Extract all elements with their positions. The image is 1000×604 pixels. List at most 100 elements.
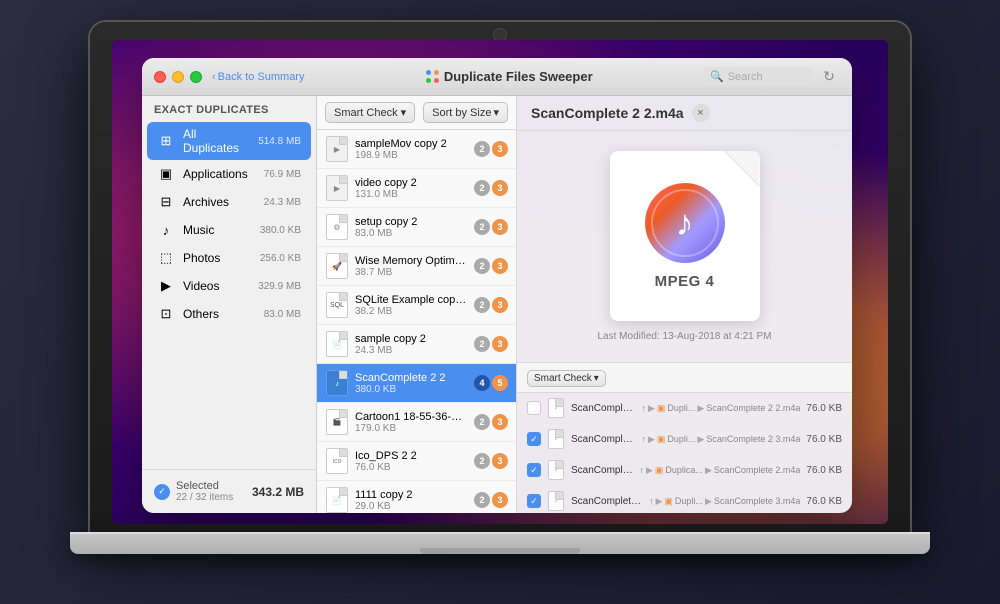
file-badges: 2 3: [474, 453, 508, 469]
file-info: video copy 2 131.0 MB: [355, 177, 468, 200]
duplicate-row[interactable]: ✓ ♪ ScanComplete 2 3.m4a ↑ ▶ ▣: [517, 424, 852, 455]
app-icon: [426, 70, 440, 84]
file-icon: ⚙: [325, 213, 349, 241]
close-button[interactable]: [154, 71, 166, 83]
dup-file-icon: ♪: [547, 428, 565, 450]
path-arrow: ↑: [641, 403, 646, 413]
file-icon: 📄: [325, 330, 349, 358]
sidebar-item-music[interactable]: ♪ Music 380.0 KB: [147, 216, 311, 244]
traffic-lights: [154, 71, 202, 83]
duplicates-smart-check-label: Smart Check: [534, 373, 592, 384]
dup-checkbox[interactable]: ✓: [527, 494, 541, 508]
sidebar-header: Exact Duplicates: [142, 96, 316, 122]
laptop-screen: ‹ Back to Summary Duplicate Files Sweepe…: [112, 40, 888, 524]
duplicates-area: Smart Check ▾ ♪: [517, 362, 852, 513]
duplicate-row[interactable]: ♪ ScanComplete 2 2.m4a ↑ ▶ ▣ Dupli... ▶: [517, 393, 852, 424]
music-note-icon: ♪: [676, 205, 694, 241]
search-bar[interactable]: 🔍 Search: [702, 67, 812, 86]
preview-body: ♪ MPEG 4 Last Modified: 13-Aug-2018 at 4…: [517, 131, 852, 362]
sort-label: Sort by Size: [432, 107, 491, 119]
file-info: Cartoon1 18-55-36-738 copy 2 179.0 KB: [355, 411, 468, 434]
file-badges: 2 3: [474, 297, 508, 313]
sidebar-item-videos[interactable]: ▶ Videos 329.9 MB: [147, 272, 311, 300]
screen-bezel: ‹ Back to Summary Duplicate Files Sweepe…: [90, 22, 910, 532]
maximize-button[interactable]: [190, 71, 202, 83]
preview-panel: ScanComplete 2 2.m4a × ♪ MPEG 4 Last Mod…: [517, 96, 852, 513]
duplicates-dropdown-icon: ▾: [594, 373, 599, 384]
duplicate-row[interactable]: ✓ ♪ ScanComplete 3.m4a ↑ ▶ ▣: [517, 486, 852, 513]
sidebar-footer: ✓ Selected 22 / 32 items 343.2 MB: [142, 469, 316, 513]
dup-size: 76.0 KB: [806, 403, 842, 414]
sort-button[interactable]: Sort by Size ▾: [423, 102, 508, 123]
sidebar-size-applications: 76.9 MB: [264, 169, 301, 180]
file-icon-selected: ♪: [325, 369, 349, 397]
dup-filename: ScanComplete 2 2.m4a: [571, 403, 635, 414]
sidebar: Exact Duplicates ⊞ All Duplicates 514.8 …: [142, 96, 317, 513]
list-item[interactable]: SQL SQLite Example copy 2 38.2 MB 2 3: [317, 286, 516, 325]
dup-checkbox[interactable]: ✓: [527, 463, 541, 477]
file-info-selected: ScanComplete 2 2 380.0 KB: [355, 372, 468, 395]
list-item[interactable]: ▶ video copy 2 131.0 MB 2 3: [317, 169, 516, 208]
dup-size: 76.0 KB: [806, 465, 842, 476]
list-item[interactable]: ico Ico_DPS 2 2 76.0 KB 2 3: [317, 442, 516, 481]
list-item[interactable]: 🚀 Wise Memory Optimizer copy 2 38.7 MB 2…: [317, 247, 516, 286]
dup-path: ↑ ▶ ▣ Dupli... ▶ ScanComplete 3.m4a: [649, 496, 800, 507]
file-info: 1111 copy 2 29.0 KB: [355, 489, 468, 512]
file-list[interactable]: ▶ sampleMov copy 2 198.9 MB 2 3: [317, 130, 516, 513]
duplicate-row[interactable]: ✓ ♪ ScanComplete 2.m4a ↑ ▶ ▣: [517, 455, 852, 486]
dup-file-icon: ♪: [547, 490, 565, 512]
file-badges-selected: 4 5: [474, 375, 508, 391]
sidebar-item-all-duplicates[interactable]: ⊞ All Duplicates 514.8 MB: [147, 122, 311, 160]
folder-icon: ▣: [657, 403, 666, 414]
file-list-panel: Smart Check ▾ Sort by Size ▾: [317, 96, 517, 513]
smart-check-button[interactable]: Smart Check ▾: [325, 102, 415, 123]
videos-icon: ▶: [157, 277, 175, 295]
list-item[interactable]: 📄 sample copy 2 24.3 MB 2 3: [317, 325, 516, 364]
dup-filename: ScanComplete 3.m4a: [571, 496, 643, 507]
dup-checkbox[interactable]: [527, 401, 541, 415]
file-icon: ▶: [325, 174, 349, 202]
dup-file-icon: ♪: [547, 397, 565, 419]
sidebar-item-applications[interactable]: ▣ Applications 76.9 MB: [147, 160, 311, 188]
file-badges: 2 3: [474, 219, 508, 235]
file-info: setup copy 2 83.0 MB: [355, 216, 468, 239]
sidebar-size-music: 380.0 KB: [260, 225, 301, 236]
list-item[interactable]: ⚙ setup copy 2 83.0 MB 2 3: [317, 208, 516, 247]
sidebar-item-photos[interactable]: ⬚ Photos 256.0 KB: [147, 244, 311, 272]
sidebar-label-others: Others: [183, 307, 256, 321]
file-info: sampleMov copy 2 198.9 MB: [355, 138, 468, 161]
all-duplicates-icon: ⊞: [157, 132, 175, 150]
sidebar-item-others[interactable]: ⊡ Others 83.0 MB: [147, 300, 311, 328]
sidebar-size-videos: 329.9 MB: [258, 281, 301, 292]
selected-label: Selected: [176, 480, 233, 492]
file-list-toolbar: Smart Check ▾ Sort by Size ▾: [317, 96, 516, 130]
back-button[interactable]: ‹ Back to Summary: [212, 71, 304, 83]
dup-file-icon: ♪: [547, 459, 565, 481]
dup-checkbox[interactable]: ✓: [527, 432, 541, 446]
minimize-button[interactable]: [172, 71, 184, 83]
app-title-group: Duplicate Files Sweeper: [316, 69, 702, 84]
file-info: Ico_DPS 2 2 76.0 KB: [355, 450, 468, 473]
duplicates-table[interactable]: ♪ ScanComplete 2 2.m4a ↑ ▶ ▣ Dupli... ▶: [517, 393, 852, 513]
refresh-button[interactable]: ↻: [818, 66, 840, 88]
archives-icon: ⊟: [157, 193, 175, 211]
preview-close-button[interactable]: ×: [692, 104, 710, 122]
list-item-selected[interactable]: ♪ ScanComplete 2 2 380.0 KB 4 5: [317, 364, 516, 403]
file-badges: 2 3: [474, 336, 508, 352]
file-metadata: Last Modified: 13-Aug-2018 at 4:21 PM: [598, 331, 772, 342]
dup-path: ↑ ▶ ▣ Dupli... ▶ ScanComplete 2 2.m4a: [641, 403, 800, 414]
duplicates-smart-check-button[interactable]: Smart Check ▾: [527, 370, 606, 387]
selected-info: ✓ Selected 22 / 32 items 343.2 MB: [154, 480, 304, 503]
file-preview-icon: ♪ MPEG 4: [610, 151, 760, 321]
file-icon: ico: [325, 447, 349, 475]
dup-size: 76.0 KB: [806, 434, 842, 445]
list-item[interactable]: 📄 1111 copy 2 29.0 KB 2 3: [317, 481, 516, 513]
selected-check-icon: ✓: [154, 484, 170, 500]
sidebar-item-archives[interactable]: ⊟ Archives 24.3 MB: [147, 188, 311, 216]
dup-filename: ScanComplete 2.m4a: [571, 465, 633, 476]
sidebar-size-archives: 24.3 MB: [264, 197, 301, 208]
list-item[interactable]: ▶ sampleMov copy 2 198.9 MB 2 3: [317, 130, 516, 169]
sort-dropdown-icon: ▾: [493, 106, 499, 119]
list-item[interactable]: 🎬 Cartoon1 18-55-36-738 copy 2 179.0 KB …: [317, 403, 516, 442]
preview-header: ScanComplete 2 2.m4a ×: [517, 96, 852, 131]
